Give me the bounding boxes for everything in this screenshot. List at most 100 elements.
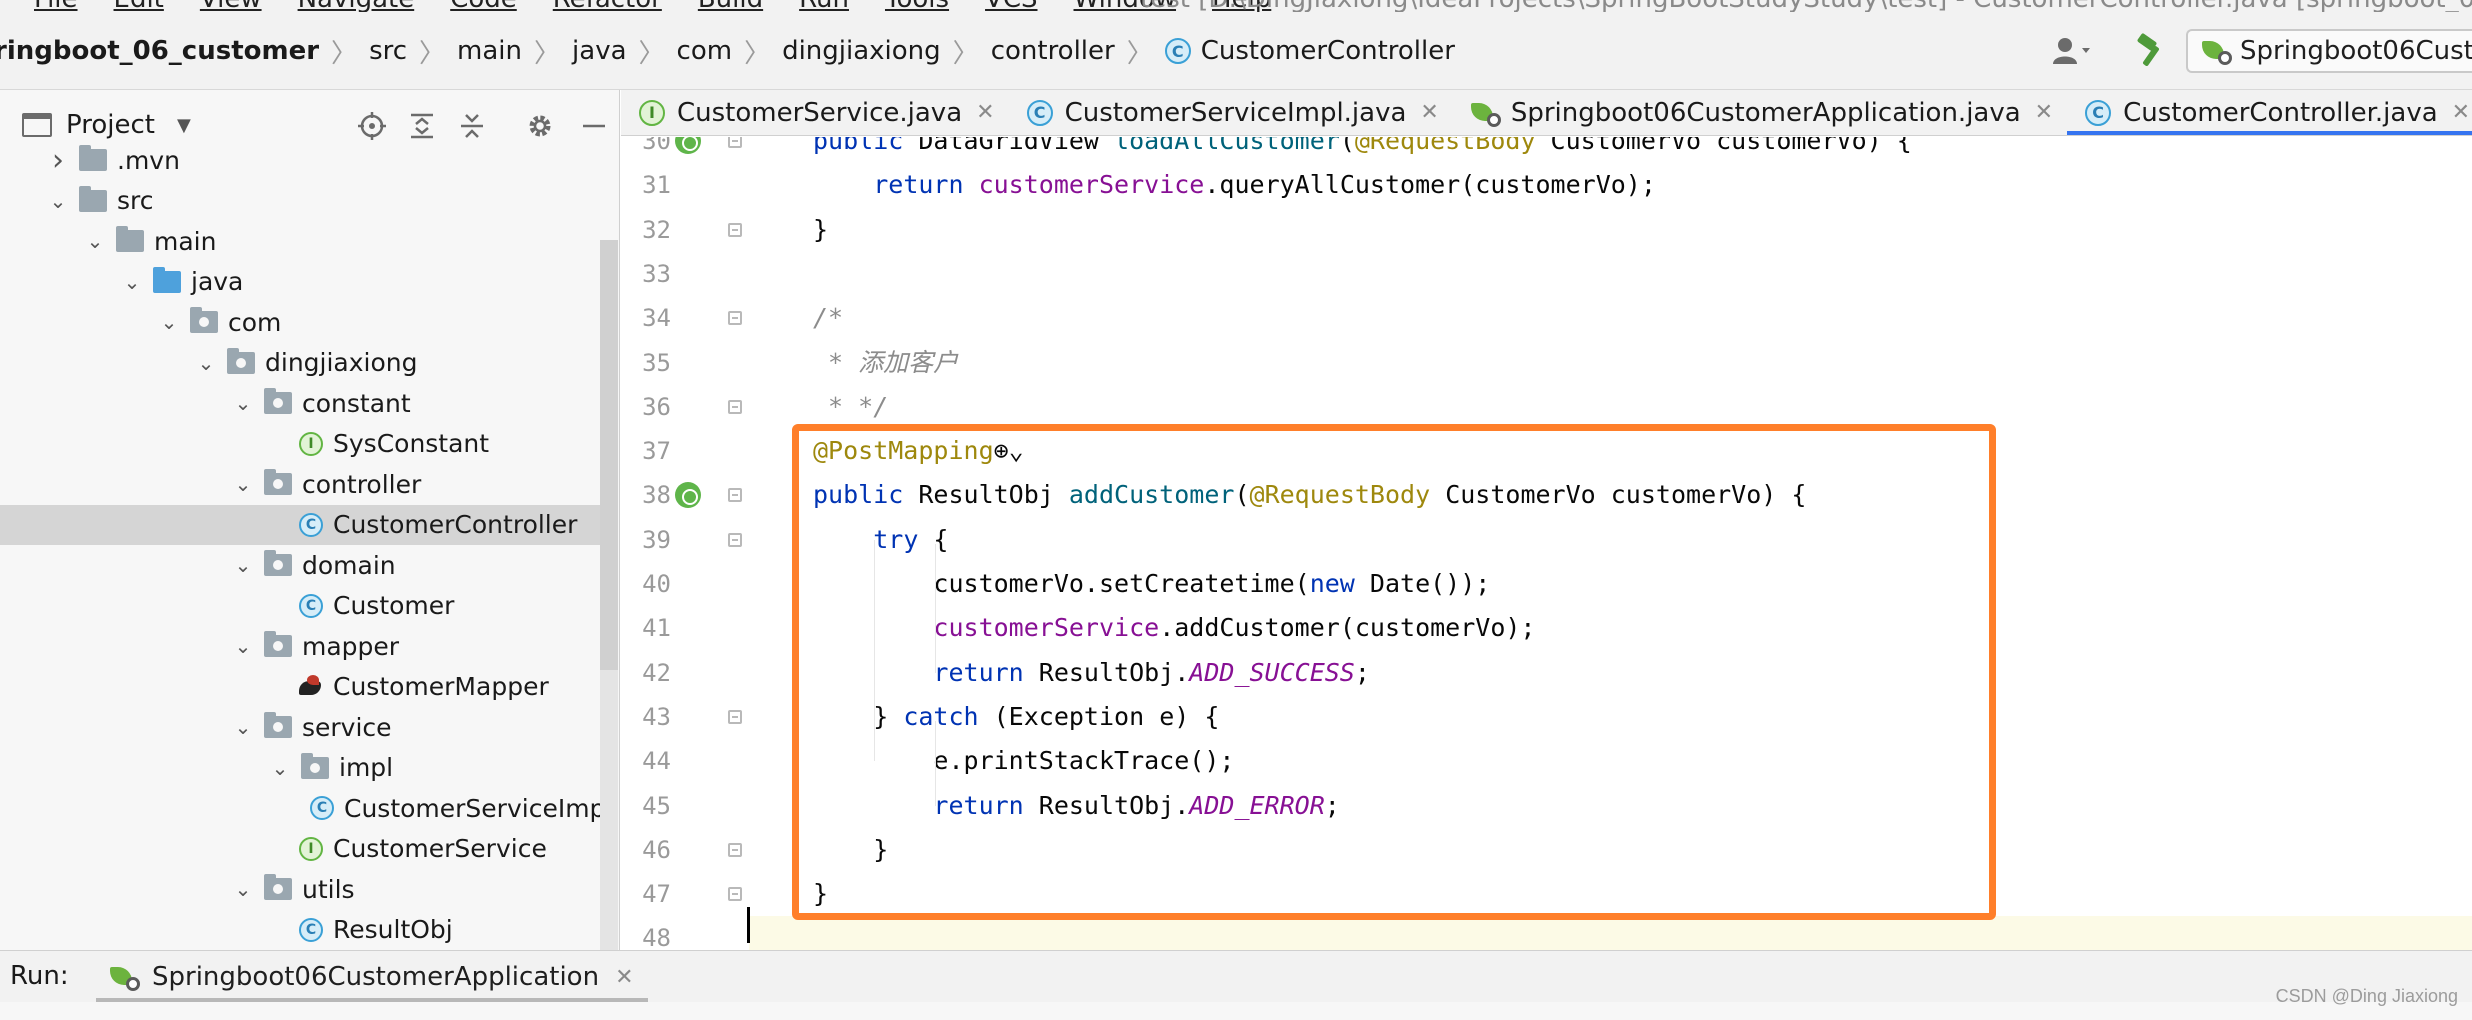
breadcrumb-item[interactable]: controller [991, 36, 1115, 66]
code-line[interactable]: * */ [749, 385, 2472, 429]
tree-item[interactable]: C Customer [0, 586, 600, 626]
editor-tab[interactable]: I CustomerService.java ✕ [621, 90, 1009, 135]
close-icon[interactable]: ✕ [2452, 100, 2470, 125]
tree-item[interactable]: I SysConstant [0, 424, 600, 464]
chevron-down-icon[interactable]: ⌄ [119, 270, 145, 294]
chevron-down-icon[interactable]: ⌄ [156, 310, 182, 334]
spring-bean-gutter-icon[interactable] [675, 482, 701, 509]
tree-item[interactable]: I CustomerService [0, 829, 600, 869]
editor-tab[interactable]: Springboot06CustomerApplication.java ✕ [1453, 90, 2067, 135]
chevron-down-icon[interactable]: ⌄ [230, 472, 256, 496]
menu-item[interactable]: Run [799, 0, 849, 12]
menu-item[interactable]: View [200, 0, 262, 12]
tree-item[interactable]: C ResultObj [0, 910, 600, 950]
menu-item[interactable]: Code [450, 0, 517, 12]
tree-item[interactable]: ⌄ domain [0, 545, 600, 585]
locate-file-icon[interactable] [356, 110, 388, 142]
breadcrumb-item[interactable]: ringboot_06_customer [0, 36, 319, 66]
editor-tab[interactable]: C CustomerController.java ✕ [2067, 90, 2472, 135]
editor-tab[interactable]: C CustomerServiceImpl.java ✕ [1009, 90, 1453, 135]
build-hammer-icon[interactable] [2128, 29, 2172, 73]
fold-marker-icon[interactable] [728, 532, 742, 547]
tree-item[interactable]: ⌄ service [0, 707, 600, 747]
expand-all-icon[interactable] [406, 110, 438, 142]
breadcrumb-item[interactable]: src [369, 36, 407, 66]
chevron-down-icon[interactable]: ⌄ [230, 634, 256, 658]
code-line[interactable]: * 添加客户 [749, 341, 2472, 385]
menu-item[interactable]: Refactor [553, 0, 662, 12]
fold-marker-icon[interactable] [728, 887, 742, 902]
chevron-right-icon[interactable]: › [45, 143, 71, 178]
menu-item[interactable]: Navigate [298, 0, 415, 12]
close-icon[interactable]: ✕ [1420, 100, 1438, 125]
tree-item[interactable]: ⌄ impl [0, 748, 600, 788]
menu-item[interactable]: File [34, 0, 78, 12]
code-line[interactable]: try { [749, 518, 2472, 562]
tree-item[interactable]: ⌄ utils [0, 869, 600, 909]
tree-item[interactable]: ⌄ mapper [0, 626, 600, 666]
breadcrumb-item[interactable]: com [677, 36, 733, 66]
spring-bean-gutter-icon[interactable] [675, 137, 701, 154]
tree-scrollbar-thumb[interactable] [600, 240, 618, 670]
code-line[interactable]: e.printStackTrace(); [749, 739, 2472, 783]
user-icon[interactable] [2046, 31, 2098, 71]
close-icon[interactable]: ✕ [976, 100, 994, 125]
code-area[interactable]: public DataGridView loadAllCustomer(@Req… [749, 137, 2472, 950]
code-line[interactable]: @PostMapping⊕⌄ [749, 429, 2472, 473]
code-line[interactable]: public ResultObj addCustomer(@RequestBod… [749, 473, 2472, 517]
code-line[interactable]: } [749, 872, 2472, 916]
tree-item[interactable]: ⌄ main [0, 221, 600, 261]
tree-item[interactable]: CustomerMapper [0, 667, 600, 707]
fold-marker-icon[interactable] [728, 222, 742, 237]
run-tab[interactable]: Springboot06CustomerApplication ✕ [96, 951, 648, 1003]
close-icon[interactable]: ✕ [2035, 100, 2053, 125]
chevron-down-icon[interactable]: ⌄ [82, 229, 108, 253]
tree-item[interactable]: ⌄ src [0, 181, 600, 221]
code-line[interactable]: } [749, 208, 2472, 252]
code-line[interactable]: /* [749, 296, 2472, 340]
tree-item[interactable]: ⌄ dingjiaxiong [0, 343, 600, 383]
chevron-down-icon[interactable]: ▼ [177, 115, 191, 136]
chevron-down-icon[interactable]: ⌄ [230, 391, 256, 415]
tree-item[interactable]: ⌄ constant [0, 383, 600, 423]
breadcrumb-item[interactable]: dingjiaxiong [782, 36, 941, 66]
run-configuration-selector[interactable]: Springboot06CustomerApplication [2186, 29, 2472, 73]
fold-marker-icon[interactable] [728, 311, 742, 326]
fold-marker-icon[interactable] [728, 842, 742, 857]
chevron-down-icon[interactable]: ⌄ [267, 756, 293, 780]
minimize-icon[interactable] [578, 110, 610, 142]
chevron-down-icon[interactable]: ⌄ [45, 189, 71, 213]
code-line[interactable]: return customerService.queryAllCustomer(… [749, 163, 2472, 207]
code-line[interactable]: customerService.addCustomer(customerVo); [749, 606, 2472, 650]
tree-item[interactable]: ⌄ java [0, 262, 600, 302]
code-line[interactable]: return ResultObj.ADD_SUCCESS; [749, 651, 2472, 695]
project-title[interactable]: Project [66, 110, 155, 140]
fold-marker-icon[interactable] [728, 137, 742, 148]
code-line[interactable]: customerVo.setCreatetime(new Date()); [749, 562, 2472, 606]
chevron-down-icon[interactable]: ⌄ [230, 877, 256, 901]
collapse-all-icon[interactable] [456, 110, 488, 142]
fold-marker-icon[interactable] [728, 488, 742, 503]
breadcrumb-item[interactable]: java [572, 36, 626, 66]
tree-item[interactable]: C CustomerServiceImpl [0, 788, 612, 828]
code-line[interactable]: public DataGridView loadAllCustomer(@Req… [749, 137, 2472, 163]
gear-icon[interactable] [524, 110, 556, 142]
breadcrumb-item[interactable]: main [457, 36, 522, 66]
code-line[interactable]: } catch (Exception e) { [749, 695, 2472, 739]
code-line[interactable] [749, 252, 2472, 296]
menu-item[interactable]: VCS [985, 0, 1037, 12]
code-line[interactable]: return ResultObj.ADD_ERROR; [749, 784, 2472, 828]
menu-item[interactable]: Tools [885, 0, 949, 12]
code-line[interactable] [749, 916, 2472, 950]
chevron-down-icon[interactable]: ⌄ [230, 715, 256, 739]
chevron-down-icon[interactable]: ⌄ [230, 553, 256, 577]
code-line[interactable]: } [749, 828, 2472, 872]
tree-item[interactable]: › .mvn [0, 140, 600, 180]
menu-item[interactable]: Build [698, 0, 763, 12]
fold-marker-icon[interactable] [728, 709, 742, 724]
close-icon[interactable]: ✕ [615, 965, 633, 990]
menu-item[interactable]: Edit [114, 0, 164, 12]
tree-item[interactable]: ⌄ controller [0, 464, 600, 504]
chevron-down-icon[interactable]: ⌄ [193, 351, 219, 375]
code-editor[interactable]: 30 31 32 33 34 35 36 37 38 39 40 41 42 43 44 45 46 47 48 p… [621, 137, 2472, 950]
